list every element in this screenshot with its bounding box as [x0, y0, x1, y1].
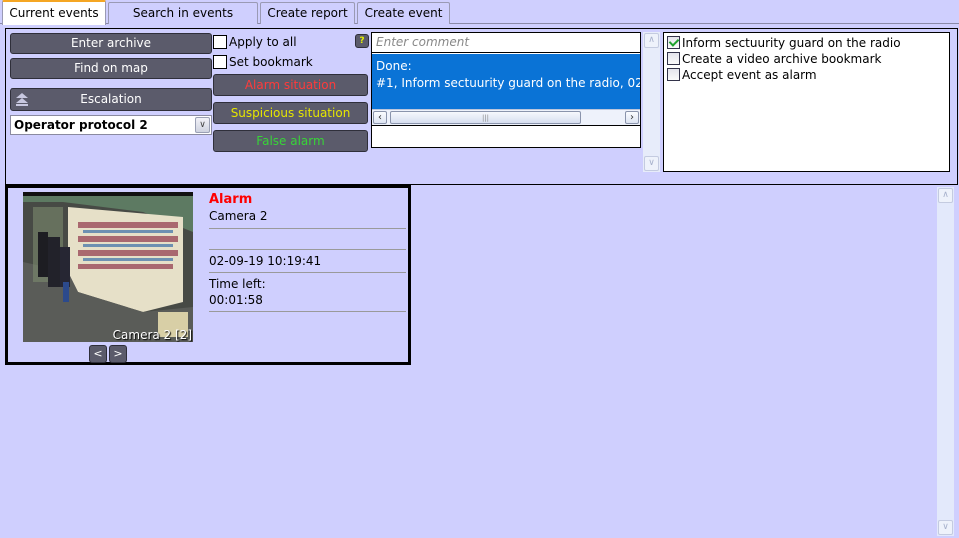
scroll-left-icon[interactable]: ‹ — [373, 111, 387, 124]
event-datetime: 02-09-19 10:19:41 — [209, 254, 322, 268]
checkbox-icon[interactable] — [213, 55, 227, 69]
scroll-down-icon[interactable]: ∨ — [644, 156, 659, 171]
enter-archive-button[interactable]: Enter archive — [10, 33, 212, 54]
event-control-panel: Enter archive Find on map Escalation Ope… — [5, 28, 958, 185]
action-item[interactable]: Accept event as alarm — [667, 67, 949, 83]
history-horizontal-scrollbar[interactable]: ‹ ||| › — [372, 109, 640, 126]
scrollbar-thumb[interactable]: ||| — [390, 111, 581, 124]
double-chevron-up-icon — [16, 93, 28, 106]
checkbox-icon[interactable] — [667, 68, 680, 81]
action-label: Inform sectuurity guard on the radio — [682, 36, 901, 50]
checkbox-icon[interactable] — [213, 35, 227, 49]
camera-video-frame[interactable]: Camera 2 [2] — [23, 192, 193, 342]
action-label: Accept event as alarm — [682, 68, 817, 82]
find-on-map-button[interactable]: Find on map — [10, 58, 212, 79]
tab-create-report[interactable]: Create report — [260, 2, 355, 24]
camera-snapshot-image — [23, 192, 193, 342]
time-left-value: 00:01:58 — [209, 293, 263, 307]
comment-panel: Enter comment Done: #1, Inform sectuurit… — [371, 32, 641, 148]
apply-to-all-label: Apply to all — [229, 35, 297, 49]
escalation-button[interactable]: Escalation — [10, 88, 212, 111]
help-button[interactable]: ? — [355, 34, 369, 48]
divider — [209, 311, 406, 312]
tab-current-events[interactable]: Current events — [2, 0, 106, 25]
event-info: Alarm Camera 2 02-09-19 10:19:41 Time le… — [209, 192, 406, 312]
time-left-label: Time left: — [209, 277, 266, 291]
escalation-label: Escalation — [80, 92, 142, 106]
events-list: Camera 2 [2] < > Alarm Camera 2 02-09-19… — [0, 185, 959, 538]
actions-checklist: Inform sectuurity guard on the radio Cre… — [663, 32, 950, 172]
event-type: Alarm — [209, 192, 253, 207]
history-title: Done: — [376, 59, 412, 73]
action-history[interactable]: Done: #1, Inform sectuurity guard on the… — [372, 54, 640, 109]
next-frame-button[interactable]: > — [109, 345, 127, 363]
protocol-select-value: Operator protocol 2 — [14, 118, 148, 132]
tab-search-events-archive[interactable]: Search in events archive — [108, 2, 258, 41]
checkbox-icon[interactable] — [667, 52, 680, 65]
history-entry: #1, Inform sectuurity guard on the radio… — [376, 76, 640, 90]
false-alarm-button[interactable]: False alarm — [213, 130, 368, 152]
event-camera: Camera 2 — [209, 209, 268, 223]
event-card[interactable]: Camera 2 [2] < > Alarm Camera 2 02-09-19… — [5, 185, 411, 365]
action-label: Create a video archive bookmark — [682, 52, 882, 66]
video-camera-label: Camera 2 [2] — [112, 328, 192, 342]
action-item[interactable]: Create a video archive bookmark — [667, 51, 949, 67]
divider — [209, 272, 406, 273]
scroll-up-icon[interactable]: ∧ — [644, 33, 659, 48]
suspicious-situation-button[interactable]: Suspicious situation — [213, 102, 368, 124]
comment-vertical-scrollbar[interactable]: ∧ ∨ — [643, 32, 660, 172]
previous-frame-button[interactable]: < — [89, 345, 107, 363]
tab-bar: Current events Search in events archive … — [0, 0, 959, 41]
divider — [209, 249, 406, 250]
comment-input[interactable]: Enter comment — [372, 33, 640, 53]
chevron-down-icon[interactable]: ∨ — [195, 117, 210, 133]
set-bookmark-checkbox[interactable]: Set bookmark — [213, 54, 313, 70]
scroll-right-icon[interactable]: › — [625, 111, 639, 124]
set-bookmark-label: Set bookmark — [229, 55, 313, 69]
tab-create-event[interactable]: Create event — [357, 2, 450, 24]
empty-field — [209, 229, 406, 249]
apply-to-all-checkbox[interactable]: Apply to all — [213, 34, 297, 50]
scroll-up-icon[interactable]: ∧ — [938, 188, 953, 203]
action-item[interactable]: Inform sectuurity guard on the radio — [667, 35, 949, 51]
protocol-select[interactable]: Operator protocol 2 ∨ — [10, 115, 212, 135]
scroll-down-icon[interactable]: ∨ — [938, 520, 953, 535]
checkbox-checked-icon[interactable] — [667, 36, 680, 49]
alarm-situation-button[interactable]: Alarm situation — [213, 74, 368, 96]
events-vertical-scrollbar[interactable]: ∧ ∨ — [937, 187, 954, 536]
